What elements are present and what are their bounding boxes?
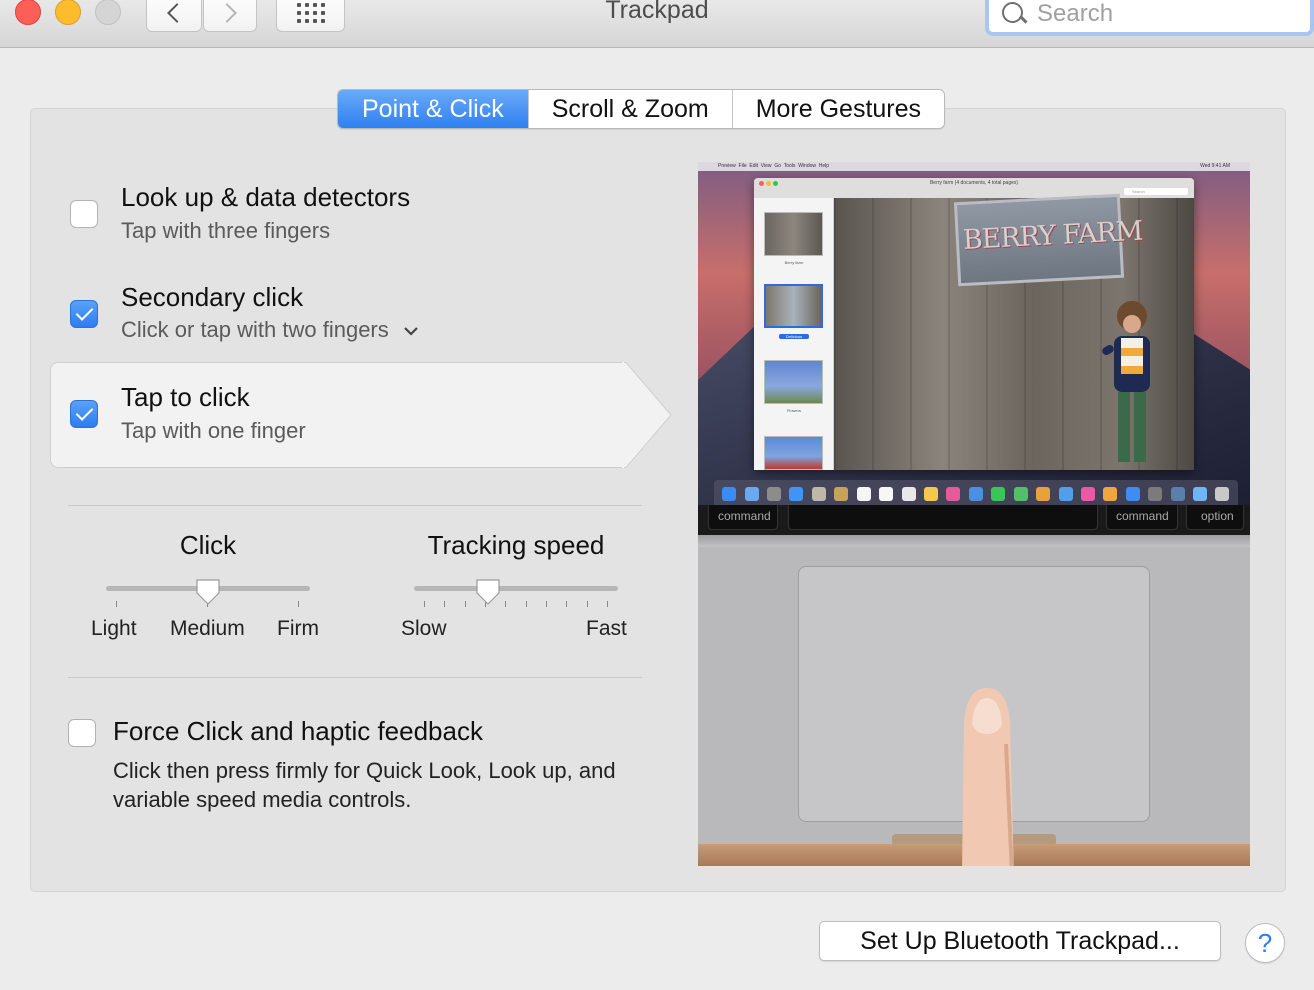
tap-to-click-title[interactable]: Tap to click [121, 382, 250, 413]
secondary-click-checkbox[interactable] [70, 300, 98, 328]
click-label-light: Light [91, 617, 137, 640]
keyboard-row: command command option [698, 505, 1250, 535]
tap-to-click-subtitle: Tap with one finger [121, 418, 306, 443]
force-click-description: Click then press firmly for Quick Look, … [113, 758, 616, 812]
preview-screen: Preview File Edit View Go Tools Window H… [698, 162, 1250, 535]
lookup-subtitle: Tap with three fingers [121, 218, 331, 243]
click-slider-thumb[interactable] [195, 578, 221, 606]
click-label-medium: Medium [170, 617, 245, 640]
tracking-tick [505, 601, 506, 607]
force-click-checkbox[interactable] [68, 719, 96, 747]
tracking-tick [465, 601, 466, 607]
tracking-tick [546, 601, 547, 607]
selected-row-highlight [50, 362, 624, 468]
selected-row-pointer [622, 362, 672, 468]
berry-farm-sign: BERRY FARM [953, 193, 1143, 287]
tracking-slider-title: Tracking speed [427, 530, 605, 560]
setup-bluetooth-trackpad-button[interactable]: Set Up Bluetooth Trackpad... [819, 921, 1221, 961]
search-input[interactable] [1037, 0, 1297, 28]
tab-point-click[interactable]: Point & Click [338, 90, 528, 128]
click-label-firm: Firm [277, 617, 319, 640]
tap-to-click-checkbox[interactable] [70, 400, 98, 428]
secondary-click-subtitle-text: Click or tap with two fingers [121, 317, 389, 342]
tracking-tick [526, 601, 527, 607]
tracking-label-fast: Fast [586, 617, 627, 640]
title-bar: Trackpad [0, 0, 1314, 48]
lookup-title[interactable]: Look up & data detectors [121, 182, 410, 213]
preview-photo: BERRY FARM [834, 193, 1194, 470]
secondary-click-subtitle[interactable]: Click or tap with two fingers [121, 317, 419, 343]
click-slider-title: Click [179, 530, 237, 560]
click-tick [298, 601, 299, 607]
search-field[interactable] [985, 0, 1314, 36]
preview-menubar: Preview File Edit View Go Tools Window H… [698, 162, 1250, 171]
preview-app-window: Berry farm (4 documents, 4 total pages) … [754, 178, 1194, 470]
tracking-slider-track[interactable] [414, 586, 618, 591]
tracking-tick [566, 601, 567, 607]
tab-bar: Point & Click Scroll & Zoom More Gesture… [337, 89, 946, 129]
help-button[interactable]: ? [1245, 923, 1285, 963]
thumbnail-sidebar: Berry farm Delicious Flowers [754, 198, 834, 470]
chevron-down-icon[interactable] [403, 325, 419, 337]
tracking-label-slow: Slow [401, 617, 447, 640]
preview-dock [714, 480, 1238, 508]
tracking-tick [607, 601, 608, 607]
tracking-slider-thumb[interactable] [475, 578, 501, 606]
tracking-tick [587, 601, 588, 607]
tab-more-gestures[interactable]: More Gestures [731, 90, 944, 128]
gesture-preview-video: Preview File Edit View Go Tools Window H… [698, 162, 1250, 866]
tracking-tick [444, 601, 445, 607]
boy-figure [1102, 301, 1150, 462]
tab-scroll-zoom[interactable]: Scroll & Zoom [527, 90, 732, 128]
lookup-checkbox[interactable] [70, 200, 98, 228]
tracking-tick [424, 601, 425, 607]
search-icon [1001, 1, 1027, 27]
divider [68, 677, 642, 678]
click-tick [116, 601, 117, 607]
secondary-click-title[interactable]: Secondary click [121, 282, 303, 313]
divider [68, 505, 642, 506]
force-click-title[interactable]: Force Click and haptic feedback [113, 716, 483, 747]
finger-icon [962, 688, 1014, 866]
